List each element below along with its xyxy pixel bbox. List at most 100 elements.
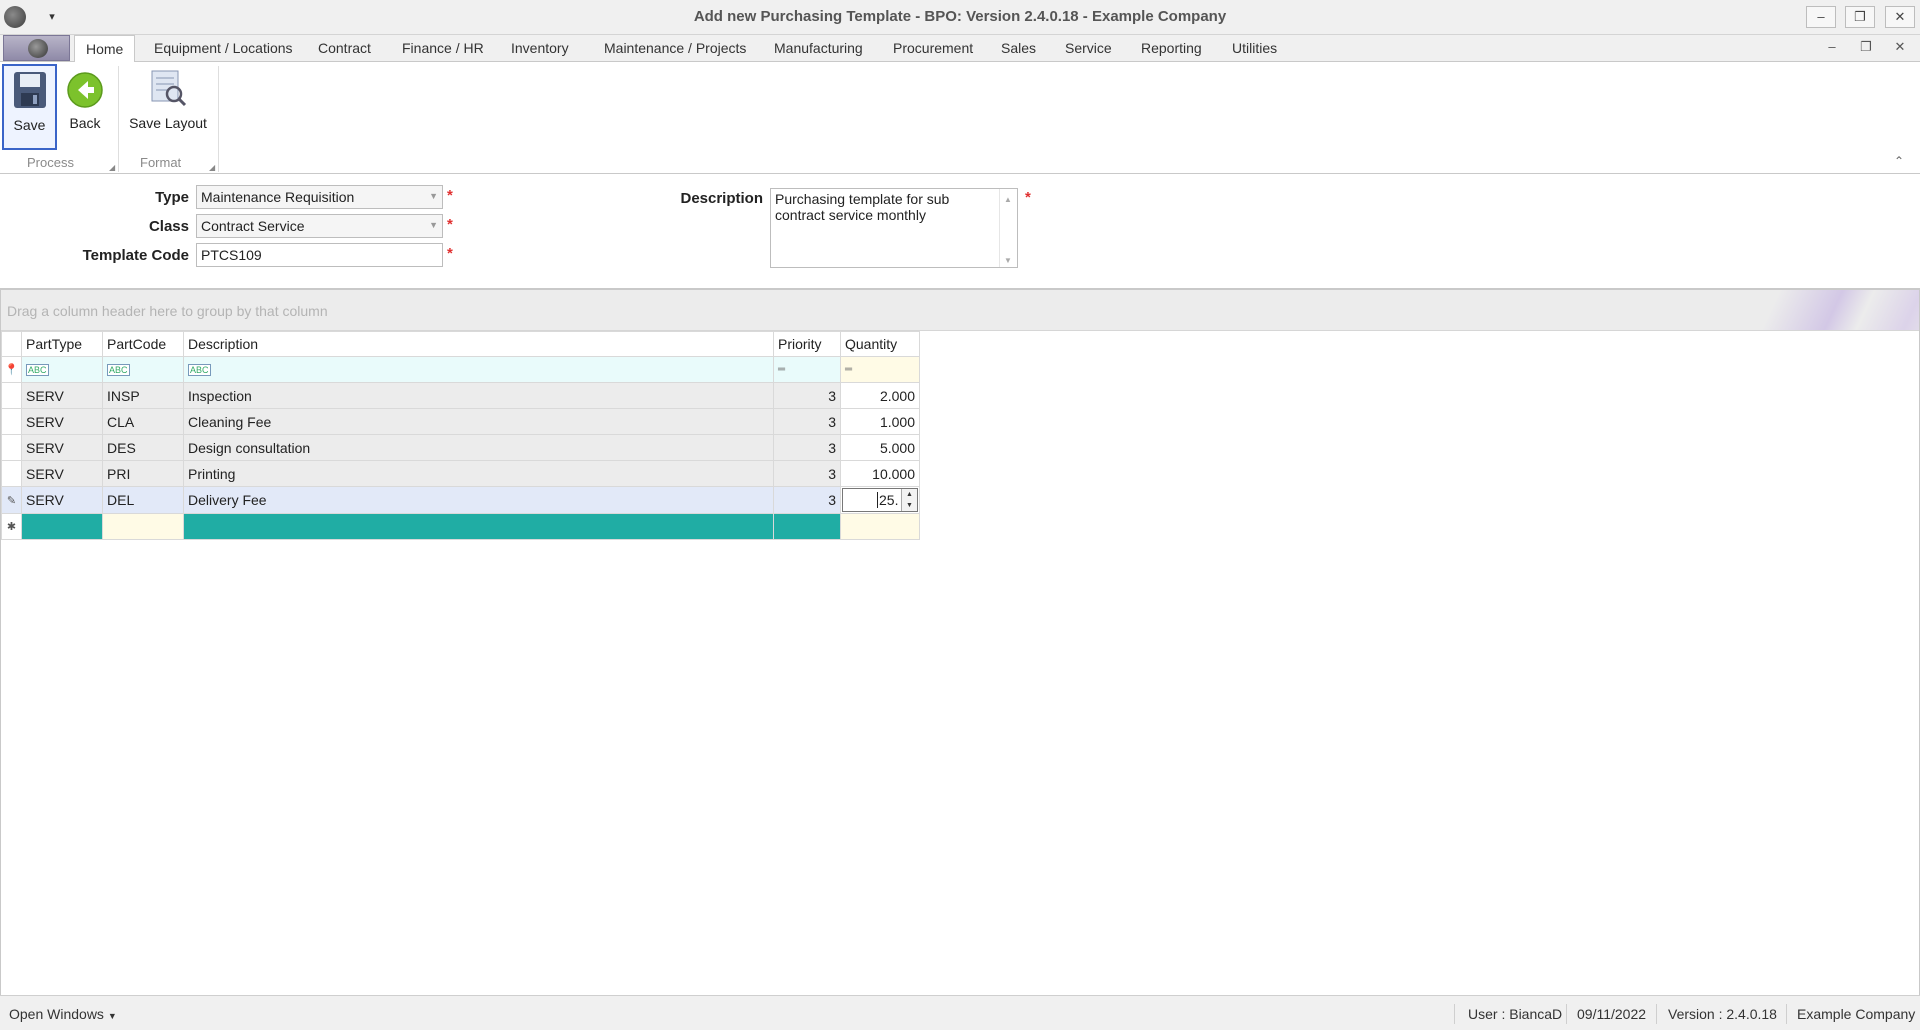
scroll-up-icon[interactable]: ▲ bbox=[1004, 192, 1012, 208]
save-button[interactable]: Save bbox=[2, 64, 57, 150]
filter-cell-quantity[interactable]: ═ bbox=[840, 356, 920, 383]
tab-service[interactable]: Service bbox=[1065, 40, 1112, 56]
cell-description[interactable]: Inspection bbox=[183, 382, 774, 409]
open-windows-button[interactable]: Open Windows ▼ bbox=[9, 1006, 117, 1022]
cell-priority[interactable]: 3 bbox=[773, 382, 841, 409]
cell-quantity[interactable]: 2.000 bbox=[840, 382, 920, 409]
spin-up-icon[interactable]: ▲ bbox=[902, 489, 917, 500]
new-item-row[interactable]: ✱ bbox=[1, 513, 920, 540]
group-launcher-icon[interactable]: ◢ bbox=[109, 163, 115, 172]
save-layout-button[interactable]: Save Layout bbox=[124, 64, 212, 150]
filter-cell-partcode[interactable]: ABC bbox=[102, 356, 184, 383]
table-row[interactable]: SERV PRI Printing 3 10.000 bbox=[1, 460, 920, 487]
spin-down-icon[interactable]: ▼ bbox=[902, 500, 917, 511]
row-indicator[interactable] bbox=[1, 460, 22, 487]
text-filter-icon[interactable]: ABC bbox=[107, 363, 130, 376]
tab-reporting[interactable]: Reporting bbox=[1141, 40, 1202, 56]
group-launcher-icon[interactable]: ◢ bbox=[209, 163, 215, 172]
filter-cell-priority[interactable]: ═ bbox=[773, 356, 841, 383]
column-header-description[interactable]: Description bbox=[183, 331, 774, 357]
cell-description[interactable]: Design consultation bbox=[183, 434, 774, 461]
new-cell-quantity[interactable] bbox=[840, 513, 920, 540]
tab-contract[interactable]: Contract bbox=[318, 40, 371, 56]
table-row-editing[interactable]: ✎ SERV DEL Delivery Fee 3 25. ▲ ▼ bbox=[1, 486, 920, 514]
cell-description[interactable]: Cleaning Fee bbox=[183, 408, 774, 435]
cell-parttype[interactable]: SERV bbox=[21, 460, 103, 487]
required-marker: * bbox=[447, 187, 453, 204]
cell-quantity[interactable]: 5.000 bbox=[840, 434, 920, 461]
collapse-ribbon-icon[interactable]: ⌃ bbox=[1894, 154, 1904, 168]
minimize-button[interactable]: – bbox=[1806, 6, 1836, 28]
tab-equipment-locations[interactable]: Equipment / Locations bbox=[154, 40, 293, 56]
text-filter-icon[interactable]: ABC bbox=[188, 363, 211, 376]
template-code-input[interactable]: PTCS109 bbox=[196, 243, 443, 267]
cell-description[interactable]: Printing bbox=[183, 460, 774, 487]
description-scrollbar[interactable]: ▲ ▼ bbox=[999, 189, 1017, 267]
table-row[interactable]: SERV DES Design consultation 3 5.000 bbox=[1, 434, 920, 461]
class-combo[interactable]: Contract Service ▼ bbox=[196, 214, 443, 238]
spin-buttons[interactable]: ▲ ▼ bbox=[901, 489, 917, 511]
cell-priority[interactable]: 3 bbox=[773, 460, 841, 487]
table-row[interactable]: SERV CLA Cleaning Fee 3 1.000 bbox=[1, 408, 920, 435]
cell-partcode[interactable]: DES bbox=[102, 434, 184, 461]
mdi-minimize-button[interactable]: – bbox=[1822, 39, 1842, 54]
tab-procurement[interactable]: Procurement bbox=[893, 40, 973, 56]
table-row[interactable]: SERV INSP Inspection 3 2.000 bbox=[1, 382, 920, 409]
description-textarea[interactable]: Purchasing template for sub contract ser… bbox=[770, 188, 1018, 268]
back-button[interactable]: Back bbox=[60, 64, 110, 150]
row-indicator[interactable] bbox=[1, 408, 22, 435]
new-cell-parttype[interactable] bbox=[21, 513, 103, 540]
cell-partcode[interactable]: PRI bbox=[102, 460, 184, 487]
cell-partcode[interactable]: CLA bbox=[102, 408, 184, 435]
cell-quantity[interactable]: 25. ▲ ▼ bbox=[840, 486, 920, 514]
column-header-partcode[interactable]: PartCode bbox=[102, 331, 184, 357]
group-by-panel[interactable]: Drag a column header here to group by th… bbox=[1, 290, 1919, 331]
cell-partcode[interactable]: DEL bbox=[102, 486, 184, 514]
cell-quantity[interactable]: 1.000 bbox=[840, 408, 920, 435]
cell-priority[interactable]: 3 bbox=[773, 434, 841, 461]
cell-parttype[interactable]: SERV bbox=[21, 408, 103, 435]
type-combo[interactable]: Maintenance Requisition ▼ bbox=[196, 185, 443, 209]
cell-description[interactable]: Delivery Fee bbox=[183, 486, 774, 514]
column-header-quantity[interactable]: Quantity bbox=[840, 331, 920, 357]
tab-maintenance-projects[interactable]: Maintenance / Projects bbox=[604, 40, 746, 56]
application-menu-button[interactable] bbox=[3, 35, 70, 61]
column-header-parttype[interactable]: PartType bbox=[21, 331, 103, 357]
new-cell-description[interactable] bbox=[183, 513, 774, 540]
quantity-spin-editor[interactable]: 25. ▲ ▼ bbox=[842, 488, 918, 512]
row-indicator[interactable] bbox=[1, 382, 22, 409]
mdi-close-button[interactable]: ✕ bbox=[1890, 39, 1910, 55]
mdi-restore-button[interactable]: ❐ bbox=[1856, 39, 1876, 55]
tab-manufacturing[interactable]: Manufacturing bbox=[774, 40, 863, 56]
cell-partcode[interactable]: INSP bbox=[102, 382, 184, 409]
equals-filter-icon[interactable]: ═ bbox=[778, 364, 785, 375]
maximize-button[interactable]: ❐ bbox=[1845, 6, 1875, 28]
pencil-edit-icon[interactable]: ✎ bbox=[1, 486, 22, 514]
close-button[interactable]: ✕ bbox=[1885, 6, 1915, 28]
quantity-editor-value[interactable]: 25. bbox=[877, 492, 898, 508]
tab-finance-hr[interactable]: Finance / HR bbox=[402, 40, 484, 56]
filter-cell-description[interactable]: ABC bbox=[183, 356, 774, 383]
tab-home[interactable]: Home bbox=[74, 35, 136, 63]
ribbon-group-format-label: Format bbox=[140, 155, 182, 170]
text-filter-icon[interactable]: ABC bbox=[26, 363, 49, 376]
row-indicator[interactable] bbox=[1, 434, 22, 461]
new-cell-partcode[interactable] bbox=[102, 513, 184, 540]
cell-quantity[interactable]: 10.000 bbox=[840, 460, 920, 487]
tab-utilities[interactable]: Utilities bbox=[1232, 40, 1277, 56]
equals-filter-icon[interactable]: ═ bbox=[845, 364, 852, 375]
filter-cell-parttype[interactable]: ABC bbox=[21, 356, 103, 383]
chevron-down-icon[interactable]: ▼ bbox=[429, 220, 438, 230]
cell-priority[interactable]: 3 bbox=[773, 408, 841, 435]
cell-priority[interactable]: 3 bbox=[773, 486, 841, 514]
cell-parttype[interactable]: SERV bbox=[21, 434, 103, 461]
cell-parttype[interactable]: SERV bbox=[21, 486, 103, 514]
status-separator bbox=[1786, 1004, 1787, 1024]
tab-inventory[interactable]: Inventory bbox=[511, 40, 569, 56]
new-cell-priority[interactable] bbox=[773, 513, 841, 540]
chevron-down-icon[interactable]: ▼ bbox=[429, 191, 438, 201]
tab-sales[interactable]: Sales bbox=[1001, 40, 1036, 56]
column-header-priority[interactable]: Priority bbox=[773, 331, 841, 357]
scroll-down-icon[interactable]: ▼ bbox=[1004, 253, 1012, 269]
cell-parttype[interactable]: SERV bbox=[21, 382, 103, 409]
